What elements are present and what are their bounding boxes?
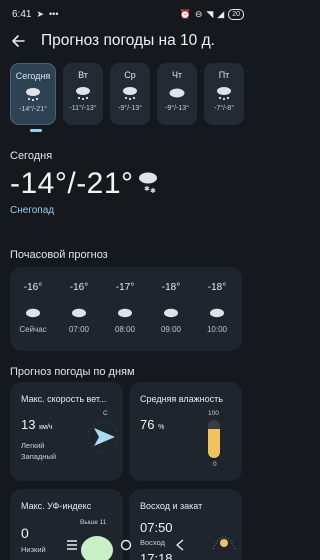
snow-cloud-icon <box>121 85 139 101</box>
hour-temp: -18° <box>161 282 181 293</box>
hour-time: 09:00 <box>160 325 182 334</box>
snow-cloud-icon <box>24 86 42 102</box>
alarm-icon: ⏰ <box>179 8 191 19</box>
day-temp: -9°/-13° <box>165 105 189 112</box>
selected-day-indicator <box>30 129 42 132</box>
hour-temp: -18° <box>207 282 227 293</box>
day-name: Пт <box>218 70 230 80</box>
hour-time: 07:00 <box>68 325 90 334</box>
recents-icon[interactable] <box>65 538 79 552</box>
snow-cloud-icon <box>215 85 233 101</box>
cloud-icon <box>71 305 87 319</box>
battery-indicator: 20 <box>228 8 244 20</box>
hour-item: -18° 10:00 <box>194 267 240 351</box>
telegram-icon: ➤ <box>36 8 45 19</box>
day-card-fri[interactable]: Пт -7°/-8° <box>204 63 244 125</box>
hour-temp: -17° <box>115 282 135 293</box>
snow-cloud-icon: ✱ ✱ <box>136 170 160 199</box>
humidity-scale-min: 0 <box>213 461 217 468</box>
humidity-scale-max: 100 <box>208 410 219 417</box>
day-selector: Сегодня -14°/-21° Вт -11°/-13° Ср -9°/-1… <box>0 63 252 125</box>
hour-item: -16° Сейчас <box>10 267 56 351</box>
cloud-icon <box>209 305 225 319</box>
today-condition: Снегопад <box>10 205 55 216</box>
svg-text:✱: ✱ <box>150 187 156 194</box>
humidity-title: Средняя влажность <box>140 394 223 404</box>
system-nav-bar <box>0 536 252 554</box>
hour-item: -16° 07:00 <box>56 267 102 351</box>
wind-card[interactable]: Макс. скорость вет... 13 км/ч Легкий Зап… <box>10 382 123 481</box>
uv-title: Макс. УФ-индекс <box>21 501 92 511</box>
uv-max-label: Выше 11 <box>80 519 107 526</box>
hour-time: 08:00 <box>114 325 136 334</box>
hour-time: Сейчас <box>19 325 47 334</box>
daily-details-title: Прогноз погоды по дням <box>10 366 135 378</box>
wind-title: Макс. скорость вет... <box>21 394 107 404</box>
humidity-bar <box>208 420 220 458</box>
hourly-forecast[interactable]: -16° Сейчас -16° 07:00 -17° 08:00 -18° 0… <box>10 267 242 351</box>
compass-north-label: С <box>103 410 108 417</box>
cloud-icon <box>168 85 186 101</box>
day-name: Чт <box>171 70 183 80</box>
day-card-thu[interactable]: Чт -9°/-13° <box>157 63 197 125</box>
hour-item: -17° 08:00 <box>102 267 148 351</box>
humidity-value: 76 % <box>140 417 165 432</box>
back-arrow-icon[interactable] <box>10 33 26 49</box>
wind-speed: 13 км/ч <box>21 417 53 432</box>
sun-title: Восход и закат <box>140 501 203 511</box>
app-bar: Прогноз погоды на 10 д. <box>0 28 252 54</box>
status-time: 6:41 <box>12 8 32 20</box>
sunrise-time: 07:50 <box>140 520 173 535</box>
wind-strength: Легкий <box>21 441 45 450</box>
wind-direction-icon <box>86 420 120 459</box>
hour-item: -18° 09:00 <box>148 267 194 351</box>
day-temp: -11°/-13° <box>69 105 97 112</box>
hour-temp: -16° <box>23 282 43 293</box>
day-name: Сегодня <box>15 71 51 81</box>
home-icon[interactable] <box>119 538 133 552</box>
dnd-icon: ⊖ <box>194 8 203 19</box>
notification-dots-icon: ••• <box>49 8 59 19</box>
day-temp: -7°/-8° <box>214 105 234 112</box>
day-temp: -9°/-13° <box>118 105 142 112</box>
day-name: Вт <box>78 70 88 80</box>
page-title: Прогноз погоды на 10 д. <box>41 32 215 49</box>
hour-time: 10:00 <box>206 325 228 334</box>
wifi-icon: ◥ <box>206 8 214 19</box>
status-bar: 6:41 ➤ ••• ⏰ ⊖ ◥ ◢ 20 <box>0 0 252 28</box>
day-card-today[interactable]: Сегодня -14°/-21° <box>10 63 56 125</box>
day-card-tue[interactable]: Вт -11°/-13° <box>63 63 103 125</box>
wind-description: Легкий Западный <box>21 440 56 462</box>
cloud-icon <box>117 305 133 319</box>
cloud-icon <box>163 305 179 319</box>
hour-temp: -16° <box>69 282 89 293</box>
humidity-card[interactable]: Средняя влажность 76 % 100 0 <box>129 382 242 481</box>
today-label: Сегодня <box>10 150 53 162</box>
cloud-icon <box>25 305 41 319</box>
signal-icon: ◢ <box>217 8 225 19</box>
hourly-title: Почасовой прогноз <box>10 249 108 261</box>
day-name: Ср <box>124 70 136 80</box>
snow-cloud-icon <box>74 85 92 101</box>
day-temp: -14°/-21° <box>19 106 47 113</box>
back-nav-icon[interactable] <box>173 538 187 552</box>
day-card-wed[interactable]: Ср -9°/-13° <box>110 63 150 125</box>
humidity-bar-fill <box>208 429 220 458</box>
today-summary: Сегодня -14°/-21° ✱ ✱ Снегопад <box>10 150 242 216</box>
wind-direction: Западный <box>21 452 57 461</box>
today-temperature: -14°/-21° <box>10 167 134 200</box>
